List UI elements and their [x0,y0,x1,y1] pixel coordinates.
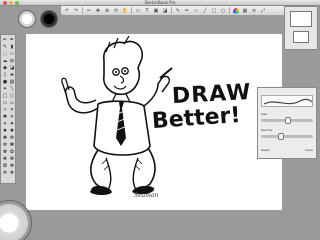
artist-signature: Seaman [134,192,159,199]
ellipse-icon[interactable]: ○ [220,8,226,14]
close-panel-button[interactable]: Close [305,148,313,153]
custom-tool-18-icon[interactable]: ❃ [9,163,15,169]
drawing-canvas[interactable]: DRAW Better! Seaman [26,34,282,210]
brush-tool-icon[interactable]: ✎ [2,44,8,50]
custom-tool-4-icon[interactable]: ✳ [9,114,15,120]
layers-panel [284,6,318,50]
custom-tool-12-icon[interactable]: ✽ [9,142,15,148]
reset-button[interactable]: Reset [261,148,269,153]
custom-tool-2-icon[interactable]: ✶ [9,107,15,113]
brush-puck-white[interactable] [18,10,36,28]
left-tool-palette: ✏ ✒ ✎ ▮ ◌ ▱ ☁ ◍ ◆ ◪ ▯ ▰ ● ▧ ✦ ╲ □ ○ ▭ ▫ … [0,34,16,184]
panel-buttons-row: Reset Close [261,148,313,153]
custom-tool-17-icon[interactable]: ❂ [2,163,8,169]
brush-icon[interactable]: ✎ [175,8,181,14]
eraser-icon[interactable]: ▱ [193,8,199,14]
toolbar-separator [171,7,172,14]
zoom-icon[interactable]: ⊕ [104,8,110,14]
blur-tool-icon[interactable]: ◍ [9,58,15,64]
custom-tool-19-icon[interactable]: ❄ [2,170,8,176]
toolbar-separator [82,7,83,14]
eraser-tool-icon[interactable]: ▱ [9,51,15,57]
pencil-tool-icon[interactable]: ✏ [2,37,8,43]
line-icon[interactable]: ╱ [202,8,208,14]
color-icon[interactable] [233,7,239,14]
stroke-preview-icon [263,98,313,105]
custom-tool-13-icon[interactable]: ✾ [2,149,8,155]
custom-tool-20-icon[interactable]: ❅ [9,170,15,176]
fill-icon[interactable]: ◪ [162,8,168,14]
custom-tool-5-icon[interactable]: ✴ [2,121,8,127]
custom-tool-6-icon[interactable]: ✷ [9,121,15,127]
text-icon[interactable]: T [144,8,150,14]
select-icon[interactable]: ▭ [135,8,141,14]
rect-icon[interactable]: □ [211,8,217,14]
opacity-slider[interactable] [261,133,313,140]
marker-tool-icon[interactable]: ▮ [9,44,15,50]
cut-icon[interactable]: ✂ [86,8,92,14]
ink-tool-icon[interactable]: ● [2,79,8,85]
size-slider[interactable] [261,117,313,124]
custom-tool-16-icon[interactable]: ❁ [9,156,15,162]
sharpen-tool-icon[interactable]: ◆ [2,65,8,71]
hard-eraser-tool-icon[interactable]: ▭ [2,100,8,106]
layer-thumbnail-background[interactable] [293,31,309,43]
layers-icon[interactable]: ≡ [251,8,257,14]
pen-tool-icon[interactable]: ✒ [9,37,15,43]
fill-tool-icon[interactable]: ◪ [9,65,15,71]
full-screen-icon[interactable]: ⤢ [260,8,266,14]
pencil-icon[interactable]: ✏ [184,8,190,14]
crayon-tool-icon[interactable]: ▰ [9,72,15,78]
main-toolbar: ↶ ↷ ✂ ✥ ⊕ ⟳ ✋ ▭ T ▣ ◪ ✎ ✏ ▱ ╱ □ ○ ▦ ≡ ⤢ [60,6,290,16]
brush-properties-panel: Size Opacity Reset Close [257,87,317,159]
toolbar-separator [229,7,230,14]
layer-thumbnail[interactable] [290,11,312,27]
brush-puck-black[interactable] [40,10,58,28]
custom-tool-7-icon[interactable]: ✸ [2,128,8,134]
shape-tool-icon[interactable]: □ [2,93,8,99]
brush-stroke-preview [261,95,313,107]
ellipse-tool-icon[interactable]: ○ [9,93,15,99]
image-icon[interactable]: ▣ [153,8,159,14]
custom-tool-14-icon[interactable]: ✿ [9,149,15,155]
grid-icon[interactable]: ▦ [242,8,248,14]
opacity-label: Opacity [261,128,273,132]
rotate-icon[interactable]: ⟳ [113,8,119,14]
toolbar-separator [131,7,132,14]
pan-icon[interactable]: ✋ [122,8,128,14]
smudge-tool-icon[interactable]: ☁ [2,58,8,64]
chalk-tool-icon[interactable]: ▯ [2,72,8,78]
opacity-slider-knob[interactable] [277,133,284,140]
custom-tool-8-icon[interactable]: ✹ [9,128,15,134]
texture-tool-icon[interactable]: ▧ [9,79,15,85]
undo-icon[interactable]: ↶ [64,8,70,14]
soft-eraser-tool-icon[interactable]: ▫ [9,100,15,106]
airbrush-tool-icon[interactable]: ◌ [2,51,8,57]
custom-tool-9-icon[interactable]: ✺ [2,135,8,141]
custom-tool-10-icon[interactable]: ✻ [9,135,15,141]
move-icon[interactable]: ✥ [95,8,101,14]
custom-tool-3-icon[interactable]: ✱ [2,114,8,120]
custom-tool-11-icon[interactable]: ✼ [2,142,8,148]
redo-icon[interactable]: ↷ [73,8,79,14]
custom-tool-15-icon[interactable]: ❀ [2,156,8,162]
line-tool-icon[interactable]: ╲ [9,86,15,92]
size-slider-knob[interactable] [285,117,291,124]
stamp-tool-icon[interactable]: ✦ [2,86,8,92]
custom-tool-1-icon[interactable]: ✧ [2,107,8,113]
